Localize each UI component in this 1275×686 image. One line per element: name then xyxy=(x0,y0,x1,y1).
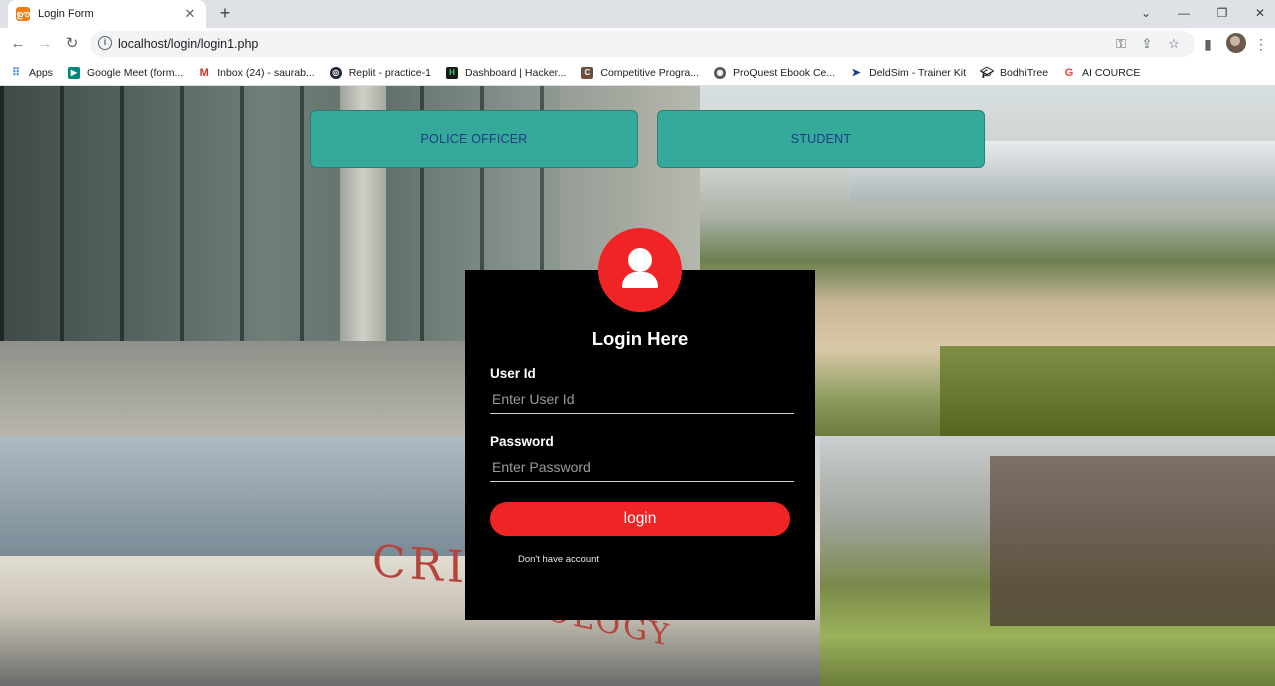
deldsim-icon: ➤ xyxy=(851,67,861,79)
bookmarks-bar: ⠿ Apps ▶ Google Meet (form... M Inbox (2… xyxy=(0,60,1275,86)
background-grass xyxy=(940,346,1275,436)
menu-icon[interactable]: ⋮ xyxy=(1250,33,1272,55)
tab-strip: ഊ Login Form ✕ + ⌄ — ❐ ✕ xyxy=(0,0,1275,28)
apps-grid-icon: ⠿ xyxy=(11,67,21,79)
back-icon[interactable]: ← xyxy=(7,33,29,55)
google-icon: G xyxy=(1064,66,1074,79)
bookmark-proquest[interactable]: ◉ ProQuest Ebook Ce... xyxy=(713,66,836,79)
tab-search-button[interactable]: ⌄ xyxy=(1128,2,1164,24)
side-panel-icon[interactable]: ▮ xyxy=(1197,33,1219,55)
restore-button[interactable]: ❐ xyxy=(1204,2,1240,24)
browser-toolbar: ← → ↻ i localhost/login/login1.php ⚿ ⇪ ☆… xyxy=(0,28,1275,60)
student-button[interactable]: STUDENT xyxy=(657,110,985,168)
user-icon-head xyxy=(628,248,652,272)
google-meet-icon: ▶ xyxy=(67,66,80,79)
password-label: Password xyxy=(490,434,554,449)
bookmark-label: AI COURCE xyxy=(1082,66,1141,79)
hackerearth-icon: H xyxy=(445,66,458,79)
address-url: localhost/login/login1.php xyxy=(118,37,259,51)
bookmark-hackerearth[interactable]: H Dashboard | Hacker... xyxy=(445,66,567,79)
bookmark-label: Dashboard | Hacker... xyxy=(464,66,567,79)
bookmark-label: BodhiTree xyxy=(999,66,1049,79)
key-icon[interactable]: ⚿ xyxy=(1112,35,1130,53)
user-avatar-badge xyxy=(598,228,682,312)
close-window-button[interactable]: ✕ xyxy=(1242,2,1275,24)
bookmark-google-meet[interactable]: ▶ Google Meet (form... xyxy=(67,66,184,79)
codechef-icon: C xyxy=(581,66,594,79)
replit-icon: ◎ xyxy=(329,66,342,79)
share-icon[interactable]: ⇪ xyxy=(1138,35,1156,53)
background-brick-building xyxy=(990,456,1275,626)
proquest-icon: ◉ xyxy=(713,66,726,79)
login-card: Login Here User Id Password login Don't … xyxy=(465,270,815,620)
bodhitree-icon: 🎓︎ xyxy=(980,67,994,79)
bookmark-star-icon[interactable]: ☆ xyxy=(1165,35,1183,53)
address-bar[interactable]: i localhost/login/login1.php ⚿ ⇪ ☆ xyxy=(90,31,1195,57)
bookmark-inbox[interactable]: M Inbox (24) - saurab... xyxy=(198,66,315,79)
signup-link[interactable]: Don't have account xyxy=(518,554,599,565)
close-tab-icon[interactable]: ✕ xyxy=(182,6,198,22)
password-input[interactable] xyxy=(490,452,794,482)
forward-icon[interactable]: → xyxy=(34,33,56,55)
bookmark-label: Inbox (24) - saurab... xyxy=(217,66,315,79)
bookmark-label: DeldSim - Trainer Kit xyxy=(869,66,966,79)
user-icon-body xyxy=(622,272,658,288)
bookmark-label: ProQuest Ebook Ce... xyxy=(732,66,836,79)
site-info-icon[interactable]: i xyxy=(98,36,112,50)
police-officer-button[interactable]: POLICE OFFICER xyxy=(310,110,638,168)
login-button[interactable]: login xyxy=(490,502,790,536)
bookmark-replit[interactable]: ◎ Replit - practice-1 xyxy=(329,66,431,79)
user-id-input[interactable] xyxy=(490,384,794,414)
minimize-button[interactable]: — xyxy=(1166,2,1202,24)
bookmark-competitive[interactable]: C Competitive Progra... xyxy=(581,66,699,79)
gmail-icon: M xyxy=(199,66,209,79)
login-title: Login Here xyxy=(591,328,689,349)
bookmark-deldsim[interactable]: ➤ DeldSim - Trainer Kit xyxy=(850,66,966,80)
browser-tab[interactable]: ഊ Login Form ✕ xyxy=(8,0,206,28)
new-tab-button[interactable]: + xyxy=(215,3,235,23)
profile-avatar[interactable] xyxy=(1226,33,1246,53)
bookmark-apps[interactable]: ⠿ Apps xyxy=(10,66,53,80)
bookmark-label: Google Meet (form... xyxy=(86,66,184,79)
xampp-icon: ഊ xyxy=(16,7,30,21)
reload-icon[interactable]: ↻ xyxy=(61,33,83,55)
user-id-label: User Id xyxy=(490,366,536,381)
page-viewport: CRIM OLOGY POLICE OFFICER STUDENT Login … xyxy=(0,86,1275,686)
bookmark-label: Replit - practice-1 xyxy=(348,66,431,79)
tab-title: Login Form xyxy=(38,8,94,20)
bookmark-bodhitree[interactable]: 🎓︎ BodhiTree xyxy=(980,66,1049,80)
bookmark-label: Competitive Progra... xyxy=(600,66,699,79)
bookmark-label: Apps xyxy=(29,66,53,79)
bookmark-ai-cource[interactable]: G AI COURCE xyxy=(1063,66,1141,79)
